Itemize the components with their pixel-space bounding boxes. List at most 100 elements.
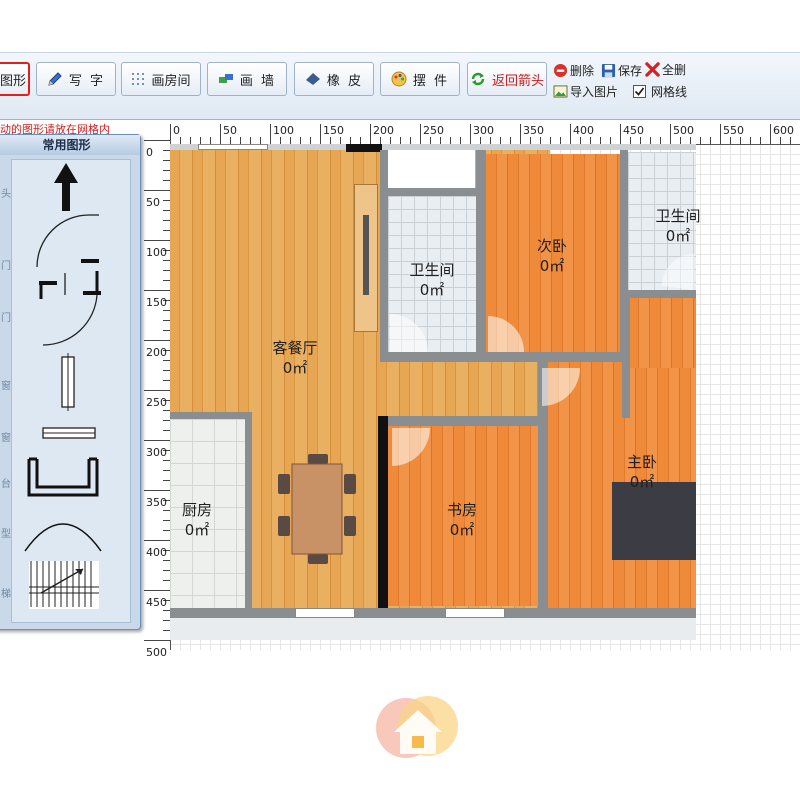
draw-room-label: 画房间: [151, 73, 191, 89]
ruler-y-label: 400: [146, 546, 167, 559]
window-bottom-1: [295, 608, 355, 618]
door-study: [392, 428, 430, 466]
refresh-icon: [471, 72, 485, 86]
arc-icon[interactable]: [23, 509, 103, 553]
grid-lines-toggle[interactable]: 网格线: [633, 83, 687, 100]
pencil-icon: [48, 72, 62, 86]
wall-kitchen-top: [170, 412, 250, 419]
wall-kitchen-right: [245, 412, 252, 612]
window-horizontal-icon[interactable]: [39, 425, 99, 441]
door-double-icon[interactable]: [37, 269, 107, 349]
panel-label: 窗: [1, 381, 11, 392]
bed: [612, 482, 696, 560]
dotted-grid-icon: [132, 73, 145, 85]
room-label-bathroom-2: 卫生间 0㎡: [655, 207, 701, 245]
draw-wall-button[interactable]: 画 墙: [207, 62, 287, 96]
red-x-icon: [645, 62, 660, 77]
eraser-button[interactable]: 橡 皮: [294, 62, 374, 96]
ruler-y-label: 350: [146, 496, 167, 509]
door-bedroom2: [488, 316, 524, 352]
eraser-label: 橡 皮: [326, 73, 364, 89]
panel-title: 常用图形: [0, 135, 140, 155]
ruler-x-label: 0: [173, 124, 180, 137]
room-master-bedroom-extension: [628, 298, 696, 368]
ruler-y-label: 500: [146, 646, 167, 659]
ruler-x-label: 250: [423, 124, 444, 137]
room-label-master-bedroom: 主卧 0㎡: [626, 453, 657, 491]
eraser-icon: [305, 73, 320, 85]
panel-label: 门: [1, 261, 11, 272]
floor-plan[interactable]: 客餐厅 0㎡ 卫生间 0㎡ 次卧 0㎡ 卫生间 0㎡ 厨房 0㎡ 书房 0㎡ 主卧 0㎡: [170, 144, 701, 640]
window-top: [198, 144, 268, 150]
panel-label: 台: [1, 479, 11, 490]
room-label-living: 客餐厅 0㎡: [272, 339, 318, 377]
ruler-y-label: 0: [146, 146, 153, 159]
delete-button[interactable]: 删除: [553, 62, 594, 79]
image-icon: [553, 85, 568, 98]
wall-study-top: [380, 416, 540, 426]
ruler-y-label: 100: [146, 246, 167, 259]
panel-label: 窗: [1, 433, 11, 444]
ruler-x-label: 400: [573, 124, 594, 137]
wall-top-black: [346, 144, 382, 152]
door-bath1: [390, 314, 428, 352]
ruler-x-label: 150: [323, 124, 344, 137]
ruler-y-label: 150: [146, 296, 167, 309]
floppy-disk-icon: [601, 63, 616, 78]
ruler-y-label: 50: [146, 196, 160, 209]
draw-wall-label: 画 墙: [239, 73, 277, 89]
ruler-y-label: 300: [146, 446, 167, 459]
ruler-x-label: 300: [473, 124, 494, 137]
balcony-icon[interactable]: [27, 457, 103, 499]
ruler-x-label: 100: [273, 124, 294, 137]
ruler-x-label: 450: [623, 124, 644, 137]
ruler-ticks-vertical: [144, 140, 170, 641]
shapes-label: 图形: [0, 73, 26, 89]
wall-icon: [218, 74, 233, 83]
house-logo-icon: [376, 696, 458, 758]
furniture-label: 摆 件: [412, 73, 450, 89]
ruler-x-label: 550: [723, 124, 744, 137]
write-label: 写 字: [68, 73, 106, 89]
ruler-x-label: 200: [373, 124, 394, 137]
room-label-bathroom-1: 卫生间 0㎡: [409, 261, 455, 299]
window-bottom-2: [445, 608, 505, 618]
up-arrow-icon[interactable]: [51, 161, 81, 213]
panel-label: 门: [1, 313, 11, 324]
wall-bath1-top: [380, 188, 480, 196]
corridor-area: [385, 150, 475, 188]
save-button[interactable]: 保存: [601, 62, 642, 79]
stairs-icon[interactable]: [27, 559, 101, 611]
wall-bath1-left: [380, 150, 388, 362]
ruler-x-label: 50: [223, 124, 237, 137]
checkbox-checked-icon[interactable]: [633, 85, 646, 98]
balcony-strip: [170, 618, 696, 640]
tv-cabinet: [354, 184, 378, 332]
door-single-icon[interactable]: [33, 211, 103, 271]
panel-label: 头: [1, 189, 11, 200]
shapes-button[interactable]: 图形: [0, 62, 30, 96]
ruler-x-label: 600: [773, 124, 794, 137]
wall-bottom: [170, 608, 696, 618]
panel-label: 梯: [1, 589, 11, 600]
write-text-button[interactable]: 写 字: [36, 62, 116, 96]
back-arrow-button[interactable]: 返回箭头: [467, 62, 547, 96]
door-master: [542, 368, 580, 406]
dining-table: [278, 454, 356, 564]
ruler-y-label: 450: [146, 596, 167, 609]
furniture-button[interactable]: 摆 件: [380, 62, 460, 96]
room-label-study: 书房 0㎡: [446, 501, 477, 539]
draw-room-button[interactable]: 画房间: [121, 62, 201, 96]
clear-all-button[interactable]: 全删: [645, 61, 686, 78]
door-bath2: [662, 254, 694, 290]
panel-label: 型: [1, 529, 11, 540]
vertical-ruler: 0 50 100 150 200 250 300 350 400 450 500: [144, 140, 171, 659]
shapes-panel[interactable]: 常用图形 头 门 门 窗 窗 台 型 梯: [0, 134, 141, 630]
ruler-y-label: 250: [146, 396, 167, 409]
horizontal-ruler: 0 50 100 150 200 250 300 350 400 450 500 550 600: [170, 124, 800, 145]
window-vertical-icon[interactable]: [59, 353, 77, 411]
ruler-y-label: 200: [146, 346, 167, 359]
import-image-button[interactable]: 导入图片: [553, 83, 618, 100]
palette-icon: [391, 71, 407, 87]
wall-master-left-upper: [622, 298, 630, 418]
